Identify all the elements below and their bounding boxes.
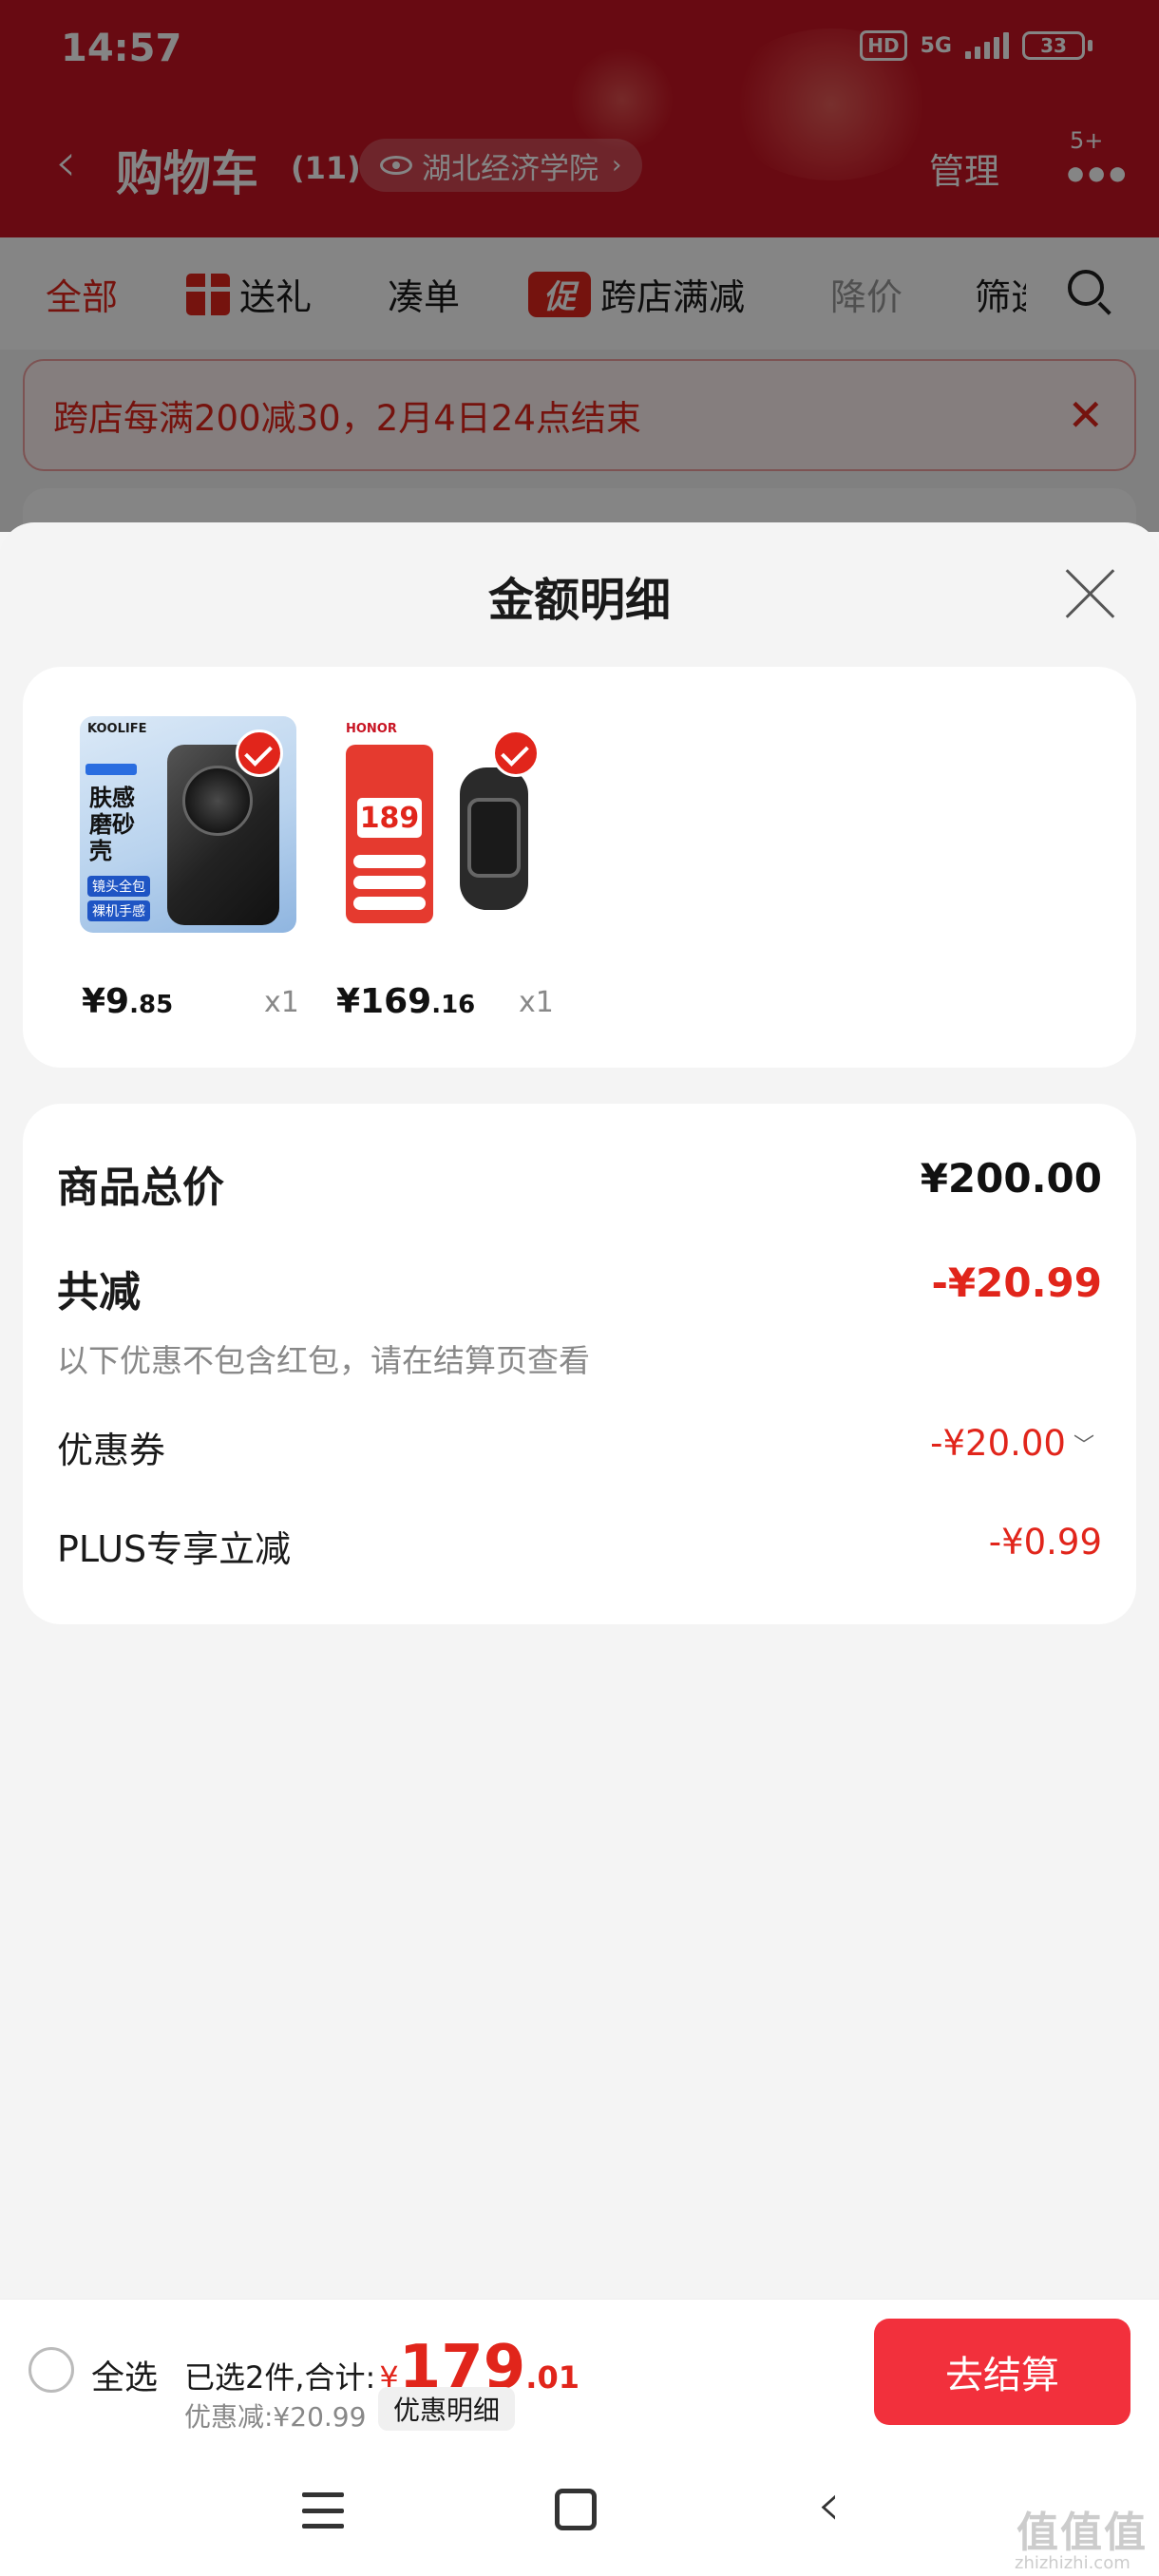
product-item[interactable]: HONOR 189	[336, 716, 553, 933]
discount-note: 以下优惠不包含红包，请在结算页查看	[57, 1342, 590, 1379]
selected-count-text: 已选2件,合计:	[184, 2359, 376, 2396]
product-headline: 肤感磨砂壳	[89, 785, 135, 864]
back-icon[interactable]: ‹	[817, 2475, 841, 2534]
select-all-label[interactable]: 全选	[91, 2351, 158, 2399]
checkout-button[interactable]: 去结算	[874, 2319, 1130, 2425]
home-icon[interactable]	[555, 2489, 597, 2530]
price-summary-card: 商品总价 ¥200.00 共减 -¥20.99 以下优惠不包含红包，请在结算页查…	[23, 1104, 1136, 1624]
amount-detail-sheet: 金额明细 KOOLIFE 肤感磨砂壳 镜头全包 裸机手感 HONOR 189 ¥…	[0, 522, 1159, 2299]
watermark-url: zhizhizhi.com	[1015, 2553, 1130, 2573]
product-brand: KOOLIFE	[87, 722, 147, 736]
discount-summary: 优惠减:¥20.99	[184, 2401, 367, 2433]
product-price: ¥169.16	[336, 982, 476, 1021]
product-qty: x1	[264, 986, 299, 1019]
total-amount-dec: .01	[525, 2359, 580, 2396]
system-nav-bar: ‹ 值值值 zhizhizhi.com	[0, 2441, 1159, 2576]
product-image-smart-band: HONOR 189	[336, 716, 553, 933]
total-price-value: ¥200.00	[920, 1155, 1102, 1202]
product-price: ¥9.85	[82, 982, 174, 1021]
close-icon[interactable]	[1062, 566, 1119, 623]
recent-apps-icon[interactable]	[302, 2492, 344, 2529]
plus-discount-value: -¥0.99	[988, 1522, 1102, 1563]
coupon-value: -¥20.00	[930, 1423, 1066, 1464]
product-qty: x1	[519, 986, 554, 1019]
product-chip: 裸机手感	[87, 900, 150, 921]
product-image-price: 189	[357, 798, 422, 838]
product-brand: HONOR	[346, 722, 397, 736]
plus-discount-label: PLUS专享立减	[57, 1528, 292, 1570]
product-item[interactable]: KOOLIFE 肤感磨砂壳 镜头全包 裸机手感	[80, 716, 296, 933]
total-discount-value: -¥20.99	[931, 1260, 1102, 1306]
selected-products-card: KOOLIFE 肤感磨砂壳 镜头全包 裸机手感 HONOR 189 ¥9.85 …	[23, 667, 1136, 1068]
total-price-label: 商品总价	[57, 1164, 224, 1212]
watermark: 值值值	[1016, 2509, 1148, 2557]
coupon-row-toggle[interactable]: -¥20.00 ﹀	[930, 1423, 1094, 1464]
product-chip: 镜头全包	[87, 876, 150, 897]
discount-detail-button[interactable]: 优惠明细	[378, 2387, 516, 2431]
coupon-label: 优惠券	[57, 1430, 166, 1471]
modal-overlay[interactable]	[0, 0, 1159, 532]
check-icon	[236, 729, 283, 777]
checkout-bar: 全选 已选2件,合计: ¥ 179 .01 优惠减:¥20.99 优惠明细 去结…	[0, 2299, 1159, 2441]
product-image-phone-case: KOOLIFE 肤感磨砂壳 镜头全包 裸机手感	[80, 716, 296, 933]
total-discount-label: 共减	[57, 1268, 141, 1316]
chevron-down-icon: ﹀	[1073, 1433, 1094, 1458]
sheet-title: 金额明细	[487, 574, 671, 627]
check-icon	[492, 729, 540, 777]
select-all-checkbox[interactable]	[28, 2347, 74, 2393]
